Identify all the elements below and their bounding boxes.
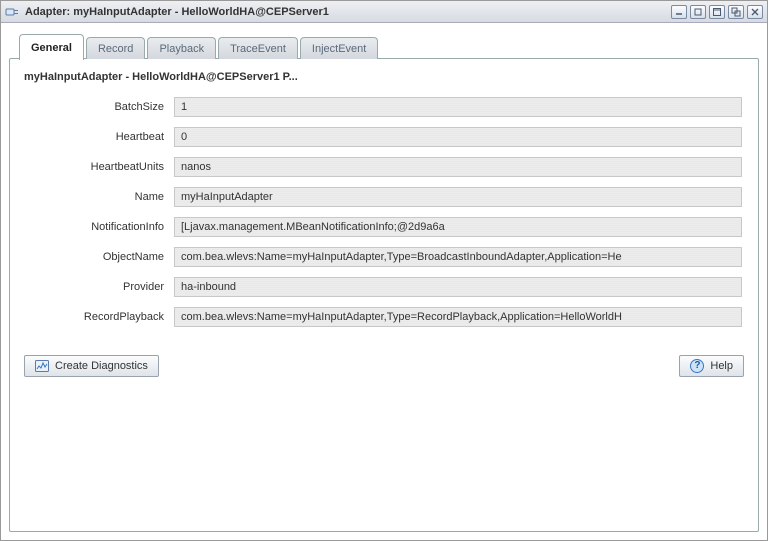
property-label: Provider: [26, 281, 174, 293]
property-value: myHaInputAdapter: [174, 187, 742, 207]
tab-label: Record: [98, 43, 133, 55]
tab-panel-general: myHaInputAdapter - HelloWorldHA@CEPServe…: [9, 58, 759, 532]
cascade-button[interactable]: [728, 5, 744, 19]
button-label: Create Diagnostics: [55, 360, 148, 372]
maximize-button[interactable]: [709, 5, 725, 19]
property-label: RecordPlayback: [26, 311, 174, 323]
property-value: [Ljavax.management.MBeanNotificationInfo…: [174, 217, 742, 237]
diagnostics-icon: [35, 360, 49, 372]
close-button[interactable]: [747, 5, 763, 19]
tab-label: Playback: [159, 43, 204, 55]
tabstrip: General Record Playback TraceEvent Injec…: [9, 31, 759, 59]
property-value: com.bea.wlevs:Name=myHaInputAdapter,Type…: [174, 247, 742, 267]
panel-heading: myHaInputAdapter - HelloWorldHA@CEPServe…: [24, 71, 746, 83]
tab-record[interactable]: Record: [86, 37, 145, 59]
property-row-heartbeatunits: HeartbeatUnits nanos: [26, 157, 742, 177]
window-controls: [671, 5, 763, 19]
property-label: BatchSize: [26, 101, 174, 113]
property-row-recordplayback: RecordPlayback com.bea.wlevs:Name=myHaIn…: [26, 307, 742, 327]
button-label: Help: [710, 360, 733, 372]
tab-label: TraceEvent: [230, 43, 286, 55]
property-label: NotificationInfo: [26, 221, 174, 233]
property-value: ha-inbound: [174, 277, 742, 297]
tab-general[interactable]: General: [19, 34, 84, 60]
content-area: General Record Playback TraceEvent Injec…: [1, 23, 767, 540]
property-row-batchsize: BatchSize 1: [26, 97, 742, 117]
restore-button[interactable]: [690, 5, 706, 19]
titlebar: Adapter: myHaInputAdapter - HelloWorldHA…: [1, 1, 767, 23]
property-value: nanos: [174, 157, 742, 177]
property-value: com.bea.wlevs:Name=myHaInputAdapter,Type…: [174, 307, 742, 327]
minimize-button[interactable]: [671, 5, 687, 19]
tab-injectevent[interactable]: InjectEvent: [300, 37, 378, 59]
adapter-window: Adapter: myHaInputAdapter - HelloWorldHA…: [0, 0, 768, 541]
create-diagnostics-button[interactable]: Create Diagnostics: [24, 355, 159, 377]
property-label: Heartbeat: [26, 131, 174, 143]
property-row-notificationinfo: NotificationInfo [Ljavax.management.MBea…: [26, 217, 742, 237]
property-label: Name: [26, 191, 174, 203]
property-row-heartbeat: Heartbeat 0: [26, 127, 742, 147]
property-value: 0: [174, 127, 742, 147]
property-row-provider: Provider ha-inbound: [26, 277, 742, 297]
tab-label: InjectEvent: [312, 43, 366, 55]
adapter-icon: [5, 5, 19, 19]
tab-traceevent[interactable]: TraceEvent: [218, 37, 298, 59]
property-value: 1: [174, 97, 742, 117]
properties-form: BatchSize 1 Heartbeat 0 HeartbeatUnits n…: [22, 97, 746, 337]
property-row-name: Name myHaInputAdapter: [26, 187, 742, 207]
property-label: ObjectName: [26, 251, 174, 263]
property-row-objectname: ObjectName com.bea.wlevs:Name=myHaInputA…: [26, 247, 742, 267]
help-icon: ?: [690, 359, 704, 373]
window-title: Adapter: myHaInputAdapter - HelloWorldHA…: [25, 6, 329, 18]
panel-footer: Create Diagnostics ? Help: [22, 355, 746, 377]
help-button[interactable]: ? Help: [679, 355, 744, 377]
property-label: HeartbeatUnits: [26, 161, 174, 173]
tab-playback[interactable]: Playback: [147, 37, 216, 59]
tab-label: General: [31, 42, 72, 54]
